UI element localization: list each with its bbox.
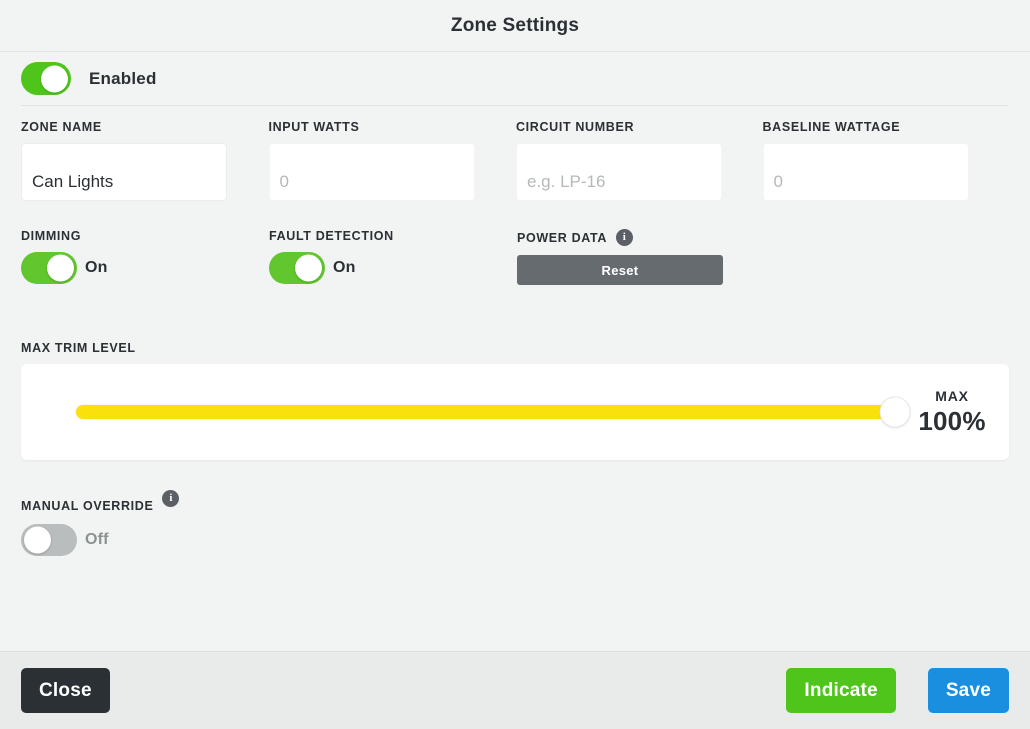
max-trim-panel: MAX 100% <box>21 364 1009 460</box>
power-data-label-text: POWER DATA <box>517 230 608 245</box>
fault-detection-toggle-knob <box>295 254 322 282</box>
manual-override-toggle-wrap: Off <box>21 524 1009 556</box>
dialog-header: Zone Settings <box>0 0 1030 52</box>
enabled-toggle-knob <box>41 65 68 92</box>
max-trim-label: MAX TRIM LEVEL <box>21 341 136 355</box>
circuit-number-input[interactable] <box>516 143 722 201</box>
max-trim-value: 100% <box>918 405 986 436</box>
reset-power-data-button[interactable]: Reset <box>517 255 723 285</box>
fields-row: ZONE NAME INPUT WATTS CIRCUIT NUMBER BAS… <box>0 120 1030 201</box>
page-title: Zone Settings <box>450 14 580 36</box>
dialog-footer: Close Indicate Save <box>0 651 1030 729</box>
fault-detection-toggle-wrap: On <box>269 252 517 284</box>
field-fault-detection: FAULT DETECTION On <box>269 229 517 285</box>
enabled-label: Enabled <box>89 68 157 88</box>
zone-settings-dialog: Zone Settings Enabled ZONE NAME INPUT WA… <box>0 0 1030 729</box>
field-label-dimming: DIMMING <box>21 229 82 243</box>
slider-handle[interactable] <box>879 396 911 428</box>
footer-actions: Indicate Save <box>786 668 1009 713</box>
manual-override-toggle-knob <box>24 526 51 554</box>
zone-name-input[interactable] <box>21 143 227 201</box>
baseline-wattage-input[interactable] <box>762 143 969 201</box>
max-trim-readout: MAX 100% <box>909 388 1009 437</box>
field-dimming: DIMMING On <box>21 229 269 285</box>
field-baseline-wattage: BASELINE WATTAGE <box>762 120 1010 201</box>
max-trim-slider[interactable] <box>76 396 911 428</box>
dimming-state-label: On <box>85 259 108 276</box>
dimming-toggle[interactable] <box>21 252 77 284</box>
manual-override-toggle[interactable] <box>21 524 77 556</box>
field-circuit-number: CIRCUIT NUMBER <box>516 120 763 201</box>
slider-fill <box>76 405 895 419</box>
info-icon[interactable]: i <box>616 229 634 246</box>
dialog-body: Enabled ZONE NAME INPUT WATTS CIRCUIT NU… <box>0 52 1030 651</box>
manual-override-label-row: MANUAL OVERRIDE i <box>21 490 1009 513</box>
manual-override-label: MANUAL OVERRIDE <box>21 499 154 513</box>
field-label-fault-detection: FAULT DETECTION <box>269 229 394 243</box>
save-button[interactable]: Save <box>927 668 1009 713</box>
dimming-toggle-knob <box>47 254 74 282</box>
field-label-circuit-number: CIRCUIT NUMBER <box>516 120 635 134</box>
max-trim-section: MAX TRIM LEVEL MAX 100% <box>0 341 1030 460</box>
field-input-watts: INPUT WATTS <box>268 120 517 201</box>
options-row: DIMMING On FAULT DETECTION On POWER DATA… <box>0 229 1030 285</box>
field-zone-name: ZONE NAME <box>21 120 269 201</box>
max-trim-max-word: MAX <box>935 387 969 404</box>
manual-override-state-label: Off <box>85 531 109 548</box>
field-label-power-data: POWER DATA i <box>517 229 764 246</box>
info-icon[interactable]: i <box>162 490 180 507</box>
field-label-input-watts: INPUT WATTS <box>268 120 360 134</box>
manual-override-section: MANUAL OVERRIDE i Off <box>0 490 1030 556</box>
close-button[interactable]: Close <box>21 668 110 713</box>
enabled-divider <box>21 105 1008 106</box>
field-label-baseline-wattage: BASELINE WATTAGE <box>762 120 901 134</box>
indicate-button[interactable]: Indicate <box>786 668 896 713</box>
field-label-zone-name: ZONE NAME <box>21 120 102 134</box>
enabled-row: Enabled <box>0 52 1030 105</box>
field-power-data: POWER DATA i Reset <box>517 229 764 285</box>
dimming-toggle-wrap: On <box>21 252 269 284</box>
input-watts-input[interactable] <box>268 143 475 201</box>
enabled-toggle[interactable] <box>21 62 71 95</box>
fault-detection-toggle[interactable] <box>269 252 325 284</box>
fault-detection-state-label: On <box>333 259 356 276</box>
